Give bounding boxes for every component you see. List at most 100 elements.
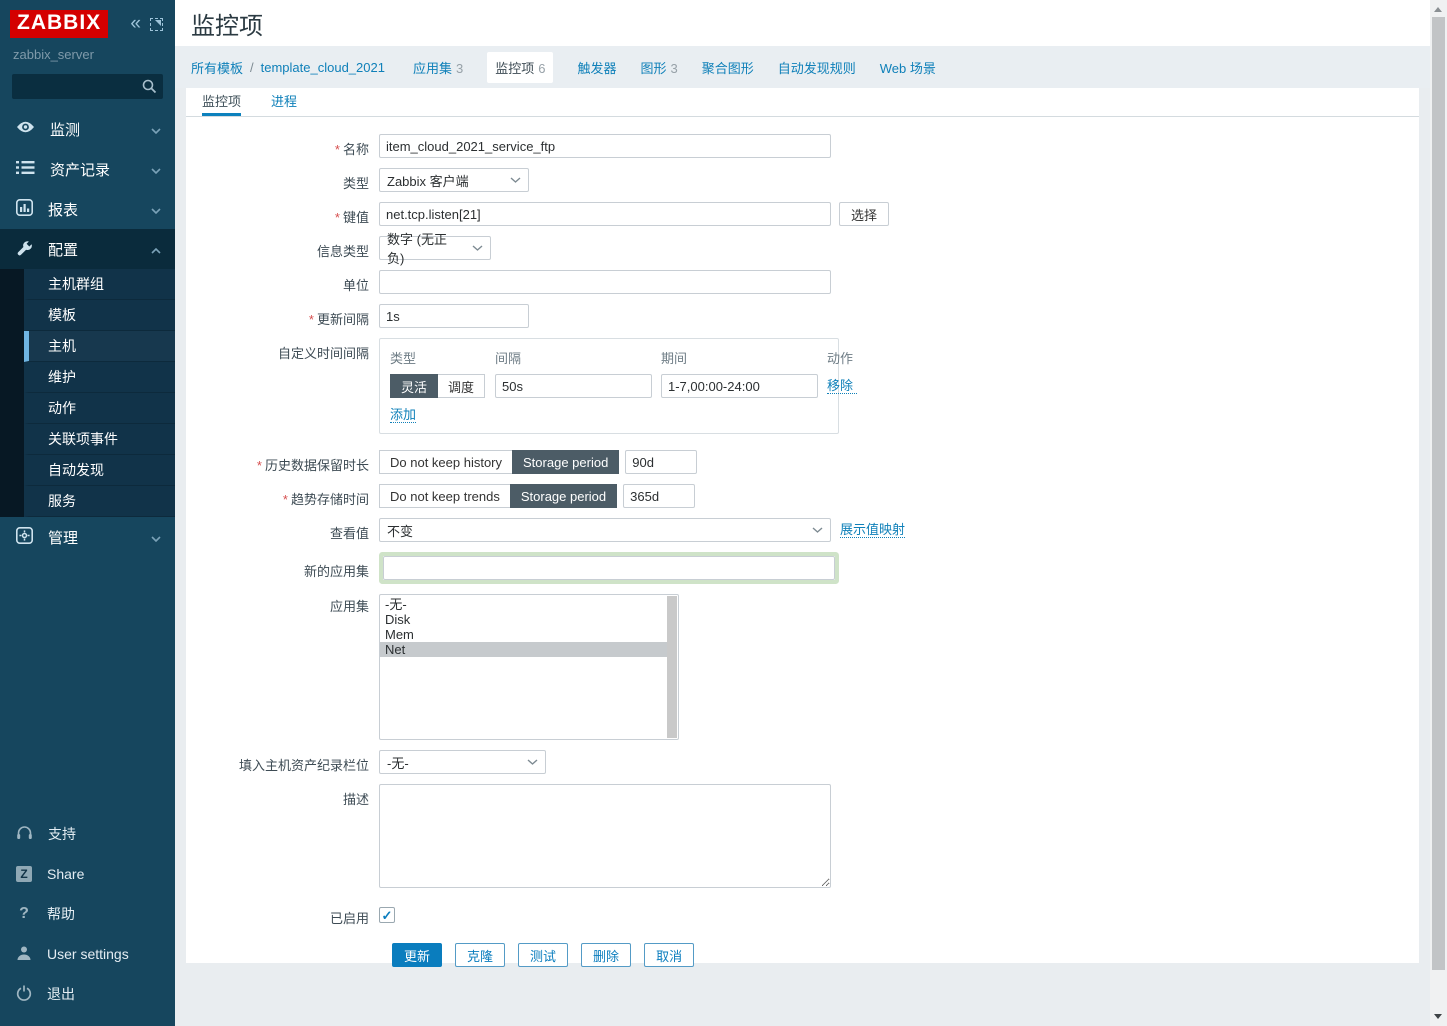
clone-button[interactable]: 克隆 xyxy=(455,943,505,967)
footer-item-label: Share xyxy=(47,866,84,882)
update-interval-input[interactable] xyxy=(379,304,529,328)
power-icon xyxy=(16,985,32,1004)
key-input[interactable] xyxy=(379,202,831,226)
trends-label: *趋势存储时间 xyxy=(186,484,379,508)
chevron-up-icon xyxy=(151,241,161,258)
new-application-input[interactable] xyxy=(383,556,835,580)
sidebar-search-input[interactable] xyxy=(12,74,163,99)
units-label: 单位 xyxy=(186,270,379,294)
collapse-sidebar-icon[interactable]: « xyxy=(130,17,141,31)
tab-item[interactable]: 监控项 xyxy=(202,88,241,116)
type-label: 类型 xyxy=(186,168,379,192)
nav-web-scenarios[interactable]: Web 场景 xyxy=(880,58,936,77)
application-option-none[interactable]: -无- xyxy=(380,597,667,612)
type-select[interactable]: Zabbix 客户端 xyxy=(379,168,529,192)
application-option-net[interactable]: Net xyxy=(380,642,667,657)
entity-nav: 应用集3 监控项6 触发器 图形3 聚合图形 自动发现规则 Web 场景 xyxy=(413,52,936,83)
user-settings-link[interactable]: User settings xyxy=(0,934,175,974)
sidebar-item-administration[interactable]: 管理 xyxy=(0,517,175,557)
scroll-down-arrow[interactable] xyxy=(1434,1014,1442,1019)
history-off-toggle[interactable]: Do not keep history xyxy=(379,450,513,474)
nav-items[interactable]: 监控项6 xyxy=(487,52,553,83)
trends-period-input[interactable] xyxy=(623,484,695,508)
applications-label: 应用集 xyxy=(186,594,379,615)
custom-interval-row: 灵活 调度 移除 xyxy=(390,374,828,398)
chevron-down-icon xyxy=(151,201,161,218)
trends-off-toggle[interactable]: Do not keep trends xyxy=(379,484,511,508)
show-value-select[interactable]: 不变 xyxy=(379,518,831,542)
breadcrumb-all-templates[interactable]: 所有模板 xyxy=(191,58,243,77)
sidebar-item-monitoring[interactable]: 监测 xyxy=(0,109,175,149)
description-textarea[interactable] xyxy=(379,784,831,888)
footer-item-label: 帮助 xyxy=(47,904,75,924)
history-on-toggle[interactable]: Storage period xyxy=(512,450,619,474)
enabled-checkbox[interactable]: ✓ xyxy=(379,907,395,923)
sidebar-item-configuration[interactable]: 配置 xyxy=(0,229,175,269)
sidebar-item-actions[interactable]: 动作 xyxy=(0,393,175,424)
remove-interval-link[interactable]: 移除 xyxy=(827,378,857,394)
help-link[interactable]: ? 帮助 xyxy=(0,894,175,934)
test-button[interactable]: 测试 xyxy=(518,943,568,967)
update-button[interactable]: 更新 xyxy=(392,943,442,967)
name-input[interactable] xyxy=(379,134,831,158)
scroll-up-arrow[interactable] xyxy=(1434,7,1442,12)
support-link[interactable]: 支持 xyxy=(0,814,175,854)
item-form-card: 监控项 进程 *名称 类型 Zabbix 客户端 *键值 xyxy=(186,88,1419,963)
share-link[interactable]: Z Share xyxy=(0,854,175,894)
period-input[interactable] xyxy=(661,374,818,398)
inventory-field-select[interactable]: -无- xyxy=(379,750,546,774)
units-input[interactable] xyxy=(379,270,831,294)
sidebar-item-discovery[interactable]: 自动发现 xyxy=(0,455,175,486)
add-interval-link[interactable]: 添加 xyxy=(390,407,416,423)
sidebar-item-inventory[interactable]: 资产记录 xyxy=(0,149,175,189)
sidebar-item-label: 监测 xyxy=(50,119,80,140)
key-select-button[interactable]: 选择 xyxy=(839,202,889,226)
kiosk-mode-icon[interactable] xyxy=(150,18,163,31)
sidebar-item-templates[interactable]: 模板 xyxy=(0,300,175,331)
footer-item-label: User settings xyxy=(47,946,129,962)
gear-icon xyxy=(16,527,33,548)
application-option-mem[interactable]: Mem xyxy=(380,627,667,642)
sidebar-item-maintenance[interactable]: 维护 xyxy=(0,362,175,393)
tab-preprocessing[interactable]: 进程 xyxy=(271,88,297,116)
flexible-toggle[interactable]: 灵活 xyxy=(390,374,438,398)
sidebar-item-reports[interactable]: 报表 xyxy=(0,189,175,229)
nav-applications[interactable]: 应用集3 xyxy=(413,58,463,77)
zabbix-logo[interactable]: ZABBIX xyxy=(10,10,108,38)
search-icon[interactable] xyxy=(142,79,157,97)
chevron-down-icon xyxy=(151,529,161,546)
delete-button[interactable]: 删除 xyxy=(581,943,631,967)
configuration-submenu: 主机群组 模板 主机 维护 动作 关联项事件 自动发现 服务 xyxy=(0,269,175,517)
footer-item-label: 退出 xyxy=(47,984,75,1004)
chevron-down-icon xyxy=(151,161,161,178)
cancel-button[interactable]: 取消 xyxy=(644,943,694,967)
sidebar-item-hosts[interactable]: 主机 xyxy=(0,331,175,362)
application-option-disk[interactable]: Disk xyxy=(380,612,667,627)
custom-intervals-label: 自定义时间间隔 xyxy=(186,338,379,362)
history-period-input[interactable] xyxy=(625,450,697,474)
sidebar-item-event-correlation[interactable]: 关联项事件 xyxy=(0,424,175,455)
nav-discovery-rules[interactable]: 自动发现规则 xyxy=(778,58,856,77)
new-application-label: 新的应用集 xyxy=(186,552,379,580)
logout-link[interactable]: 退出 xyxy=(0,974,175,1014)
interval-input[interactable] xyxy=(495,374,652,398)
info-type-select[interactable]: 数字 (无正负) xyxy=(379,236,491,260)
description-label: 描述 xyxy=(186,784,379,808)
sidebar-item-host-groups[interactable]: 主机群组 xyxy=(0,269,175,300)
page-scrollbar[interactable] xyxy=(1430,0,1447,1026)
tab-bar: 监控项 进程 xyxy=(186,88,1419,117)
page-title: 监控项 xyxy=(191,6,263,41)
show-value-mappings-link[interactable]: 展示值映射 xyxy=(840,522,905,538)
nav-screens[interactable]: 聚合图形 xyxy=(702,58,754,77)
breadcrumb-template[interactable]: template_cloud_2021 xyxy=(261,60,385,75)
nav-graphs[interactable]: 图形3 xyxy=(640,58,677,77)
scheduling-toggle[interactable]: 调度 xyxy=(437,374,485,398)
sidebar-item-services[interactable]: 服务 xyxy=(0,486,175,517)
listbox-scrollbar[interactable] xyxy=(667,596,677,738)
nav-triggers[interactable]: 触发器 xyxy=(577,58,616,77)
headset-icon xyxy=(16,825,33,844)
scrollbar-thumb[interactable] xyxy=(1432,17,1445,970)
trends-on-toggle[interactable]: Storage period xyxy=(510,484,617,508)
applications-listbox[interactable]: -无- Disk Mem Net xyxy=(379,594,679,740)
sidebar-item-label: 配置 xyxy=(48,239,78,260)
